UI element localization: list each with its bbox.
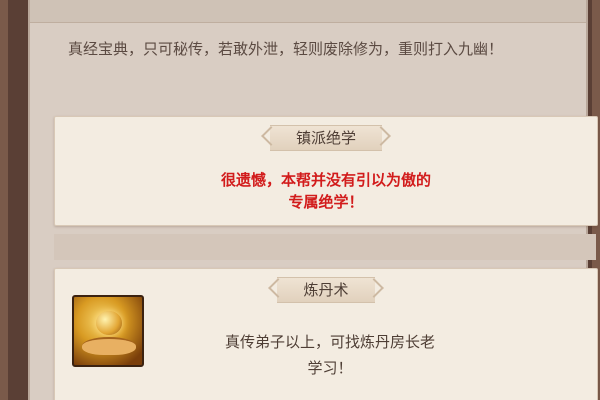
- signature-skill-message: 很遗憾，本帮并没有引以为傲的 专属绝学！: [55, 169, 597, 213]
- signature-skill-title: 镇派绝学: [269, 125, 382, 151]
- alchemy-message: 真传弟子以上，可找炼丹房长老 学习！: [175, 329, 485, 381]
- window-frame: 真经宝典，只可秘传，若敢外泄，轻则废除修为，重则打入九幽！ 镇派绝学 很遗憾，本…: [8, 0, 598, 400]
- alchemy-card: 炼丹术 真传弟子以上，可找炼丹房长老 学习！: [54, 268, 598, 400]
- signature-skill-card: 镇派绝学 很遗憾，本帮并没有引以为傲的 专属绝学！: [54, 116, 598, 226]
- alchemy-orb-icon[interactable]: [72, 295, 144, 367]
- hand-shape: [82, 337, 136, 355]
- orb-shape: [96, 311, 122, 335]
- alchemy-title: 炼丹术: [277, 277, 375, 303]
- message-line: 专属绝学！: [288, 193, 364, 211]
- section-divider: [54, 234, 596, 260]
- secret-warning-text: 真经宝典，只可秘传，若敢外泄，轻则废除修为，重则打入九幽！: [68, 40, 504, 58]
- message-line: 真传弟子以上，可找炼丹房长老: [224, 333, 435, 351]
- message-line: 很遗憾，本帮并没有引以为傲的: [220, 171, 431, 189]
- card-title-row: 镇派绝学: [55, 125, 597, 151]
- header-strip: [30, 0, 586, 23]
- content-panel: 真经宝典，只可秘传，若敢外泄，轻则废除修为，重则打入九幽！ 镇派绝学 很遗憾，本…: [28, 0, 598, 400]
- message-line: 学习！: [307, 359, 353, 377]
